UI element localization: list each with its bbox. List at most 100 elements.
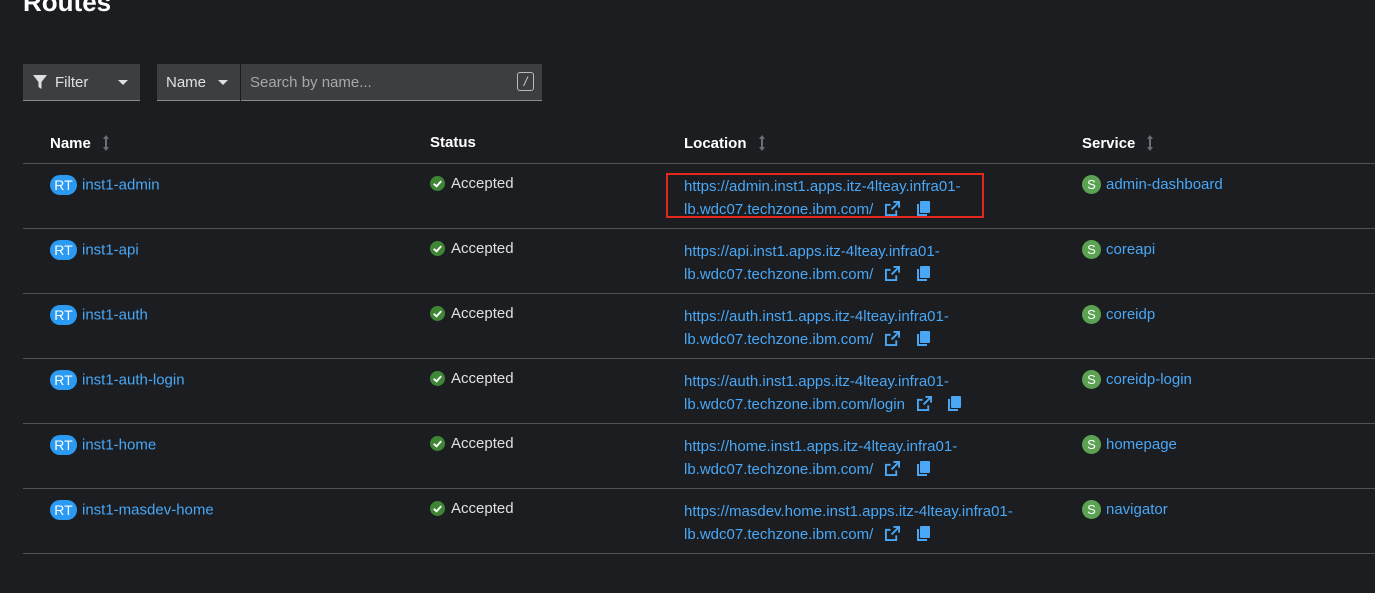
caret-down-icon — [118, 79, 129, 85]
location-cell: https://auth.inst1.apps.itz-4lteay.infra… — [684, 370, 1044, 416]
copy-icon[interactable] — [916, 266, 930, 281]
external-link-icon[interactable] — [885, 331, 901, 346]
route-link[interactable]: inst1-auth-login — [82, 372, 185, 389]
column-label: Status — [430, 134, 476, 151]
attribute-dropdown[interactable]: Name — [157, 64, 240, 101]
route-name-cell: RT inst1-auth — [50, 305, 148, 325]
status-cell: Accepted — [430, 305, 514, 322]
status-text: Accepted — [451, 175, 514, 192]
location-cell: https://masdev.home.inst1.apps.itz-4ltea… — [684, 500, 1044, 546]
copy-icon[interactable] — [916, 461, 930, 476]
attribute-label: Name — [166, 73, 207, 91]
copy-icon[interactable] — [916, 201, 930, 216]
service-cell: Scoreidp — [1082, 305, 1155, 324]
column-label: Name — [50, 134, 91, 152]
service-link[interactable]: coreidp-login — [1106, 371, 1192, 388]
route-link[interactable]: inst1-api — [82, 242, 139, 259]
service-cell: Shomepage — [1082, 435, 1177, 454]
service-cell: Scoreapi — [1082, 240, 1155, 259]
table-row: RT inst1-auth-login Accepted https://auth… — [23, 359, 1375, 424]
location-link-line1[interactable]: https://home.inst1.apps.itz-4lteay.infra… — [684, 438, 957, 455]
column-label: Location — [684, 134, 747, 152]
check-circle-icon — [430, 241, 445, 256]
service-link[interactable]: coreidp — [1106, 306, 1155, 323]
column-header-location[interactable]: Location — [684, 134, 767, 152]
location-link-line2[interactable]: lb.wdc07.techzone.ibm.com/login — [684, 396, 905, 413]
check-circle-icon — [430, 371, 445, 386]
status-text: Accepted — [451, 500, 514, 517]
location-link-line2[interactable]: lb.wdc07.techzone.ibm.com/ — [684, 331, 873, 348]
service-cell: Sadmin-dashboard — [1082, 175, 1223, 194]
route-badge: RT — [50, 500, 77, 520]
location-link-line1[interactable]: https://auth.inst1.apps.itz-4lteay.infra… — [684, 373, 949, 390]
location-link-line1[interactable]: https://masdev.home.inst1.apps.itz-4ltea… — [684, 503, 1013, 520]
location-cell: https://api.inst1.apps.itz-4lteay.infra0… — [684, 240, 1044, 286]
external-link-icon[interactable] — [885, 526, 901, 541]
copy-icon[interactable] — [916, 331, 930, 346]
service-link[interactable]: homepage — [1106, 436, 1177, 453]
table-row: RT inst1-masdev-home Accepted https://mas… — [23, 489, 1375, 554]
routes-page: Routes Filter Name / Name — [0, 0, 1375, 593]
status-text: Accepted — [451, 305, 514, 322]
service-cell: Snavigator — [1082, 500, 1168, 519]
table-row: RT inst1-api Accepted https://api.inst1.a… — [23, 229, 1375, 294]
route-name-cell: RT inst1-api — [50, 240, 139, 260]
location-link-line2[interactable]: lb.wdc07.techzone.ibm.com/ — [684, 266, 873, 283]
route-link[interactable]: inst1-admin — [82, 177, 160, 194]
copy-icon[interactable] — [948, 396, 962, 411]
status-cell: Accepted — [430, 500, 514, 517]
route-link[interactable]: inst1-masdev-home — [82, 502, 214, 519]
route-badge: RT — [50, 240, 77, 260]
route-name-cell: RT inst1-home — [50, 435, 156, 455]
service-cell: Scoreidp-login — [1082, 370, 1192, 389]
service-badge: S — [1082, 435, 1101, 454]
location-cell: https://home.inst1.apps.itz-4lteay.infra… — [684, 435, 1044, 481]
status-text: Accepted — [451, 370, 514, 387]
check-circle-icon — [430, 306, 445, 321]
route-badge: RT — [50, 435, 77, 455]
copy-icon[interactable] — [916, 526, 930, 541]
route-badge: RT — [50, 305, 77, 325]
location-cell: https://admin.inst1.apps.itz-4lteay.infr… — [684, 175, 1044, 221]
external-link-icon[interactable] — [885, 461, 901, 476]
check-circle-icon — [430, 501, 445, 516]
sort-icon — [102, 135, 109, 151]
service-link[interactable]: navigator — [1106, 501, 1168, 518]
table-row: RT inst1-auth Accepted https://auth.inst1… — [23, 294, 1375, 359]
location-cell: https://auth.inst1.apps.itz-4lteay.infra… — [684, 305, 1044, 351]
status-cell: Accepted — [430, 240, 514, 257]
route-link[interactable]: inst1-home — [82, 437, 156, 454]
service-badge: S — [1082, 370, 1101, 389]
route-name-cell: RT inst1-masdev-home — [50, 500, 214, 520]
route-badge: RT — [50, 370, 77, 390]
route-link[interactable]: inst1-auth — [82, 307, 148, 324]
service-link[interactable]: coreapi — [1106, 241, 1155, 258]
column-header-service[interactable]: Service — [1082, 134, 1155, 152]
route-name-cell: RT inst1-auth-login — [50, 370, 185, 390]
location-link-line2[interactable]: lb.wdc07.techzone.ibm.com/ — [684, 201, 873, 218]
location-link-line1[interactable]: https://auth.inst1.apps.itz-4lteay.infra… — [684, 308, 949, 325]
external-link-icon[interactable] — [917, 396, 933, 411]
table-header: Name Status Location Service — [23, 121, 1375, 164]
status-text: Accepted — [451, 435, 514, 452]
search-input[interactable] — [241, 64, 542, 100]
filter-label: Filter — [55, 73, 89, 91]
location-link-line1[interactable]: https://admin.inst1.apps.itz-4lteay.infr… — [684, 178, 961, 195]
external-link-icon[interactable] — [885, 266, 901, 281]
keyboard-shortcut-hint: / — [517, 72, 534, 91]
table-row: RT inst1-home Accepted https://home.inst1… — [23, 424, 1375, 489]
check-circle-icon — [430, 176, 445, 191]
filter-dropdown[interactable]: Filter — [23, 64, 140, 101]
location-link-line1[interactable]: https://api.inst1.apps.itz-4lteay.infra0… — [684, 243, 940, 260]
location-link-line2[interactable]: lb.wdc07.techzone.ibm.com/ — [684, 526, 873, 543]
column-header-name[interactable]: Name — [50, 134, 111, 152]
service-link[interactable]: admin-dashboard — [1106, 176, 1223, 193]
external-link-icon[interactable] — [885, 201, 901, 216]
service-badge: S — [1082, 305, 1101, 324]
location-link-line2[interactable]: lb.wdc07.techzone.ibm.com/ — [684, 461, 873, 478]
filter-icon — [33, 74, 47, 89]
page-title: Routes — [23, 0, 112, 17]
route-name-cell: RT inst1-admin — [50, 175, 160, 195]
column-header-status: Status — [430, 134, 476, 151]
sort-icon — [1147, 135, 1154, 151]
